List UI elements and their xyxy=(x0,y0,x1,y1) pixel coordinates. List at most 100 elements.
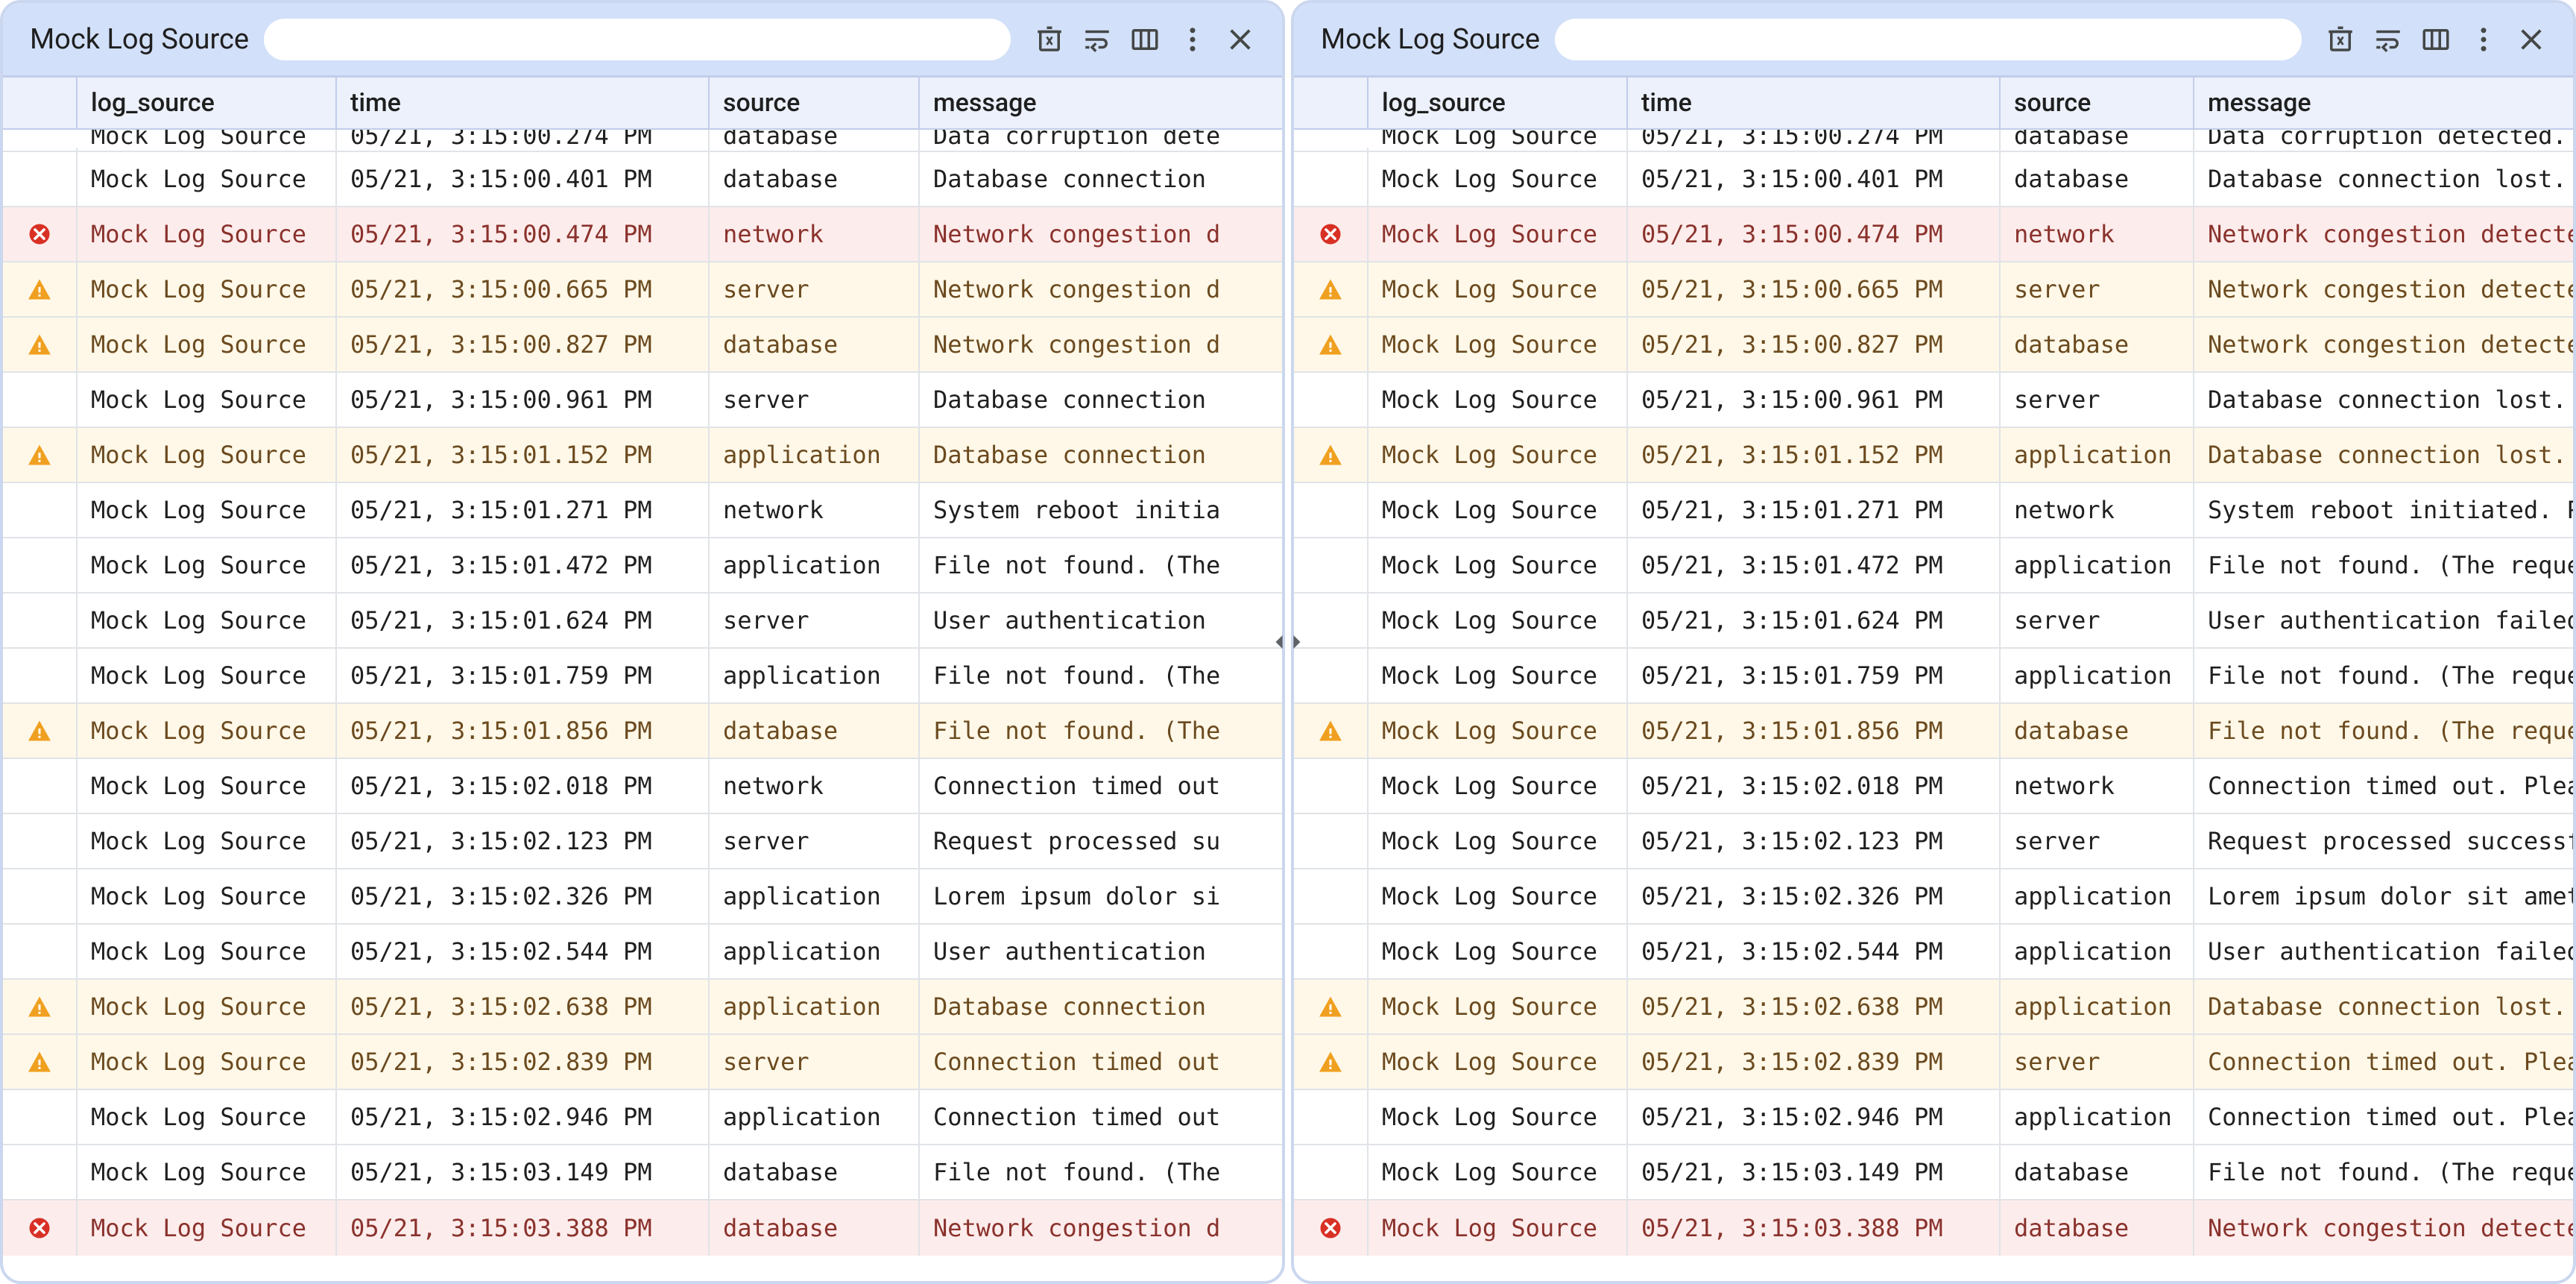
table-row[interactable]: Mock Log Source05/21, 3:15:00.961 PMserv… xyxy=(3,373,1282,428)
panel-title: Mock Log Source xyxy=(30,23,249,56)
table-row[interactable]: Mock Log Source05/21, 3:15:03.149 PMdata… xyxy=(1294,1145,2573,1200)
table-row[interactable]: Mock Log Source05/21, 3:15:02.018 PMnetw… xyxy=(1294,759,2573,814)
close-icon[interactable] xyxy=(2507,16,2555,63)
table-row[interactable]: Mock Log Source05/21, 3:15:02.544 PMappl… xyxy=(3,925,1282,980)
cell-time: 05/21, 3:15:01.856 PM xyxy=(1628,704,2001,758)
col-header-icon[interactable] xyxy=(3,78,78,128)
table-row[interactable]: Mock Log Source05/21, 3:15:00.401 PMdata… xyxy=(1294,152,2573,207)
table-row[interactable]: Mock Log Source05/21, 3:15:01.472 PMappl… xyxy=(3,538,1282,594)
wrap-text-icon[interactable] xyxy=(2364,16,2412,63)
table-row[interactable]: Mock Log Source05/21, 3:15:01.759 PMappl… xyxy=(1294,649,2573,704)
cell-log-source: Mock Log Source xyxy=(78,869,337,923)
table-row[interactable]: Mock Log Source05/21, 3:15:01.271 PMnetw… xyxy=(1294,483,2573,538)
cell-source: server xyxy=(2001,262,2194,316)
table-row[interactable]: Mock Log Source05/21, 3:15:03.388 PMdata… xyxy=(3,1200,1282,1256)
table-row[interactable]: Mock Log Source05/21, 3:15:00.827 PMdata… xyxy=(1294,318,2573,373)
table-row[interactable]: Mock Log Source05/21, 3:15:01.271 PMnetw… xyxy=(3,483,1282,538)
more-icon[interactable] xyxy=(1169,16,1216,63)
col-header-icon[interactable] xyxy=(1294,78,1368,128)
row-level-icon-cell xyxy=(1294,704,1368,758)
table-row[interactable]: Mock Log Source05/21, 3:15:01.856 PMdata… xyxy=(3,704,1282,759)
table-row[interactable]: Mock Log Source05/21, 3:15:00.474 PMnetw… xyxy=(1294,207,2573,262)
search-input[interactable] xyxy=(1555,19,2302,60)
columns-icon[interactable] xyxy=(1121,16,1169,63)
cell-log-source: Mock Log Source xyxy=(78,704,337,758)
table-row[interactable]: Mock Log Source05/21, 3:15:01.759 PMappl… xyxy=(3,649,1282,704)
cell-log-source: Mock Log Source xyxy=(78,373,337,427)
table-row[interactable]: Mock Log Source05/21, 3:15:02.123 PMserv… xyxy=(1294,814,2573,869)
table-row[interactable]: Mock Log Source05/21, 3:15:01.624 PMserv… xyxy=(3,594,1282,649)
table-row[interactable]: Mock Log Source05/21, 3:15:02.839 PMserv… xyxy=(1294,1035,2573,1090)
table-row[interactable]: Mock Log Source05/21, 3:15:02.946 PMappl… xyxy=(3,1090,1282,1145)
col-header-message[interactable]: message xyxy=(920,78,1282,128)
col-header-source[interactable]: source xyxy=(2001,78,2194,128)
cell-message: User authentication failed. I xyxy=(2194,594,2573,647)
cell-log-source: Mock Log Source xyxy=(1368,318,1628,371)
col-header-log-source[interactable]: log_source xyxy=(1368,78,1628,128)
cell-source: server xyxy=(710,594,920,647)
table-row[interactable]: Mock Log Source05/21, 3:15:02.018 PMnetw… xyxy=(3,759,1282,814)
table-row[interactable]: Mock Log Source05/21, 3:15:02.638 PMappl… xyxy=(1294,980,2573,1035)
col-header-time[interactable]: time xyxy=(337,78,710,128)
table-row[interactable]: Mock Log Source05/21, 3:15:00.274 PMdata… xyxy=(3,130,1282,152)
cell-log-source: Mock Log Source xyxy=(1368,649,1628,702)
row-level-icon-cell xyxy=(1294,483,1368,537)
cell-source: server xyxy=(710,1035,920,1089)
table-row[interactable]: Mock Log Source05/21, 3:15:00.665 PMserv… xyxy=(1294,262,2573,318)
col-header-time[interactable]: time xyxy=(1628,78,2001,128)
row-level-icon-cell xyxy=(3,262,78,316)
cell-time: 05/21, 3:15:01.271 PM xyxy=(337,483,710,537)
columns-icon[interactable] xyxy=(2412,16,2460,63)
clear-icon[interactable] xyxy=(2317,16,2364,63)
row-level-icon-cell xyxy=(3,814,78,868)
table-body[interactable]: Mock Log Source05/21, 3:15:00.274 PMdata… xyxy=(3,130,1282,1281)
table-row[interactable]: Mock Log Source05/21, 3:15:01.624 PMserv… xyxy=(1294,594,2573,649)
col-header-message[interactable]: message xyxy=(2194,78,2573,128)
pane-splitter-handle[interactable] xyxy=(1267,621,1309,663)
cell-log-source: Mock Log Source xyxy=(1368,262,1628,316)
table-row[interactable]: Mock Log Source05/21, 3:15:01.152 PMappl… xyxy=(1294,428,2573,483)
row-level-icon-cell xyxy=(3,1090,78,1144)
table-body[interactable]: Mock Log Source05/21, 3:15:00.274 PMdata… xyxy=(1294,130,2573,1281)
table-row[interactable]: Mock Log Source05/21, 3:15:03.149 PMdata… xyxy=(3,1145,1282,1200)
col-header-source[interactable]: source xyxy=(710,78,920,128)
row-level-icon-cell xyxy=(1294,318,1368,371)
cell-source: application xyxy=(710,1090,920,1144)
table-row[interactable]: Mock Log Source05/21, 3:15:02.638 PMappl… xyxy=(3,980,1282,1035)
table-row[interactable]: Mock Log Source05/21, 3:15:02.946 PMappl… xyxy=(1294,1090,2573,1145)
table-row[interactable]: Mock Log Source05/21, 3:15:01.152 PMappl… xyxy=(3,428,1282,483)
table-row[interactable]: Mock Log Source05/21, 3:15:00.665 PMserv… xyxy=(3,262,1282,318)
table-row[interactable]: Mock Log Source05/21, 3:15:00.827 PMdata… xyxy=(3,318,1282,373)
search-input[interactable] xyxy=(264,19,1011,60)
row-level-icon-cell xyxy=(3,980,78,1033)
cell-log-source: Mock Log Source xyxy=(1368,1035,1628,1089)
table-row[interactable]: Mock Log Source05/21, 3:15:02.839 PMserv… xyxy=(3,1035,1282,1090)
table-row[interactable]: Mock Log Source05/21, 3:15:01.856 PMdata… xyxy=(1294,704,2573,759)
clear-icon[interactable] xyxy=(1026,16,1073,63)
table-row[interactable]: Mock Log Source05/21, 3:15:00.401 PMdata… xyxy=(3,152,1282,207)
table-row[interactable]: Mock Log Source05/21, 3:15:01.472 PMappl… xyxy=(1294,538,2573,594)
wrap-text-icon[interactable] xyxy=(1073,16,1121,63)
cell-message: Database connection xyxy=(920,373,1282,427)
row-level-icon-cell xyxy=(3,1035,78,1089)
cell-time: 05/21, 3:15:03.388 PM xyxy=(1628,1200,2001,1256)
cell-source: database xyxy=(710,704,920,758)
cell-log-source: Mock Log Source xyxy=(78,152,337,206)
close-icon[interactable] xyxy=(1216,16,1264,63)
table-row[interactable]: Mock Log Source05/21, 3:15:02.326 PMappl… xyxy=(1294,869,2573,925)
cell-message: Connection timed out xyxy=(920,759,1282,813)
table-row[interactable]: Mock Log Source05/21, 3:15:00.961 PMserv… xyxy=(1294,373,2573,428)
table-row[interactable]: Mock Log Source05/21, 3:15:03.388 PMdata… xyxy=(1294,1200,2573,1256)
table-row[interactable]: Mock Log Source05/21, 3:15:02.326 PMappl… xyxy=(3,869,1282,925)
col-header-log-source[interactable]: log_source xyxy=(78,78,337,128)
row-level-icon-cell xyxy=(1294,538,1368,592)
cell-log-source: Mock Log Source xyxy=(1368,207,1628,261)
cell-message: Network congestion d xyxy=(920,1200,1282,1256)
cell-message: File not found. (The requeste xyxy=(2194,649,2573,702)
table-row[interactable]: Mock Log Source05/21, 3:15:02.544 PMappl… xyxy=(1294,925,2573,980)
table-row[interactable]: Mock Log Source05/21, 3:15:00.474 PMnetw… xyxy=(3,207,1282,262)
table-row[interactable]: Mock Log Source05/21, 3:15:02.123 PMserv… xyxy=(3,814,1282,869)
table-row[interactable]: Mock Log Source05/21, 3:15:00.274 PMdata… xyxy=(1294,130,2573,152)
cell-time: 05/21, 3:15:00.665 PM xyxy=(337,262,710,316)
more-icon[interactable] xyxy=(2460,16,2507,63)
